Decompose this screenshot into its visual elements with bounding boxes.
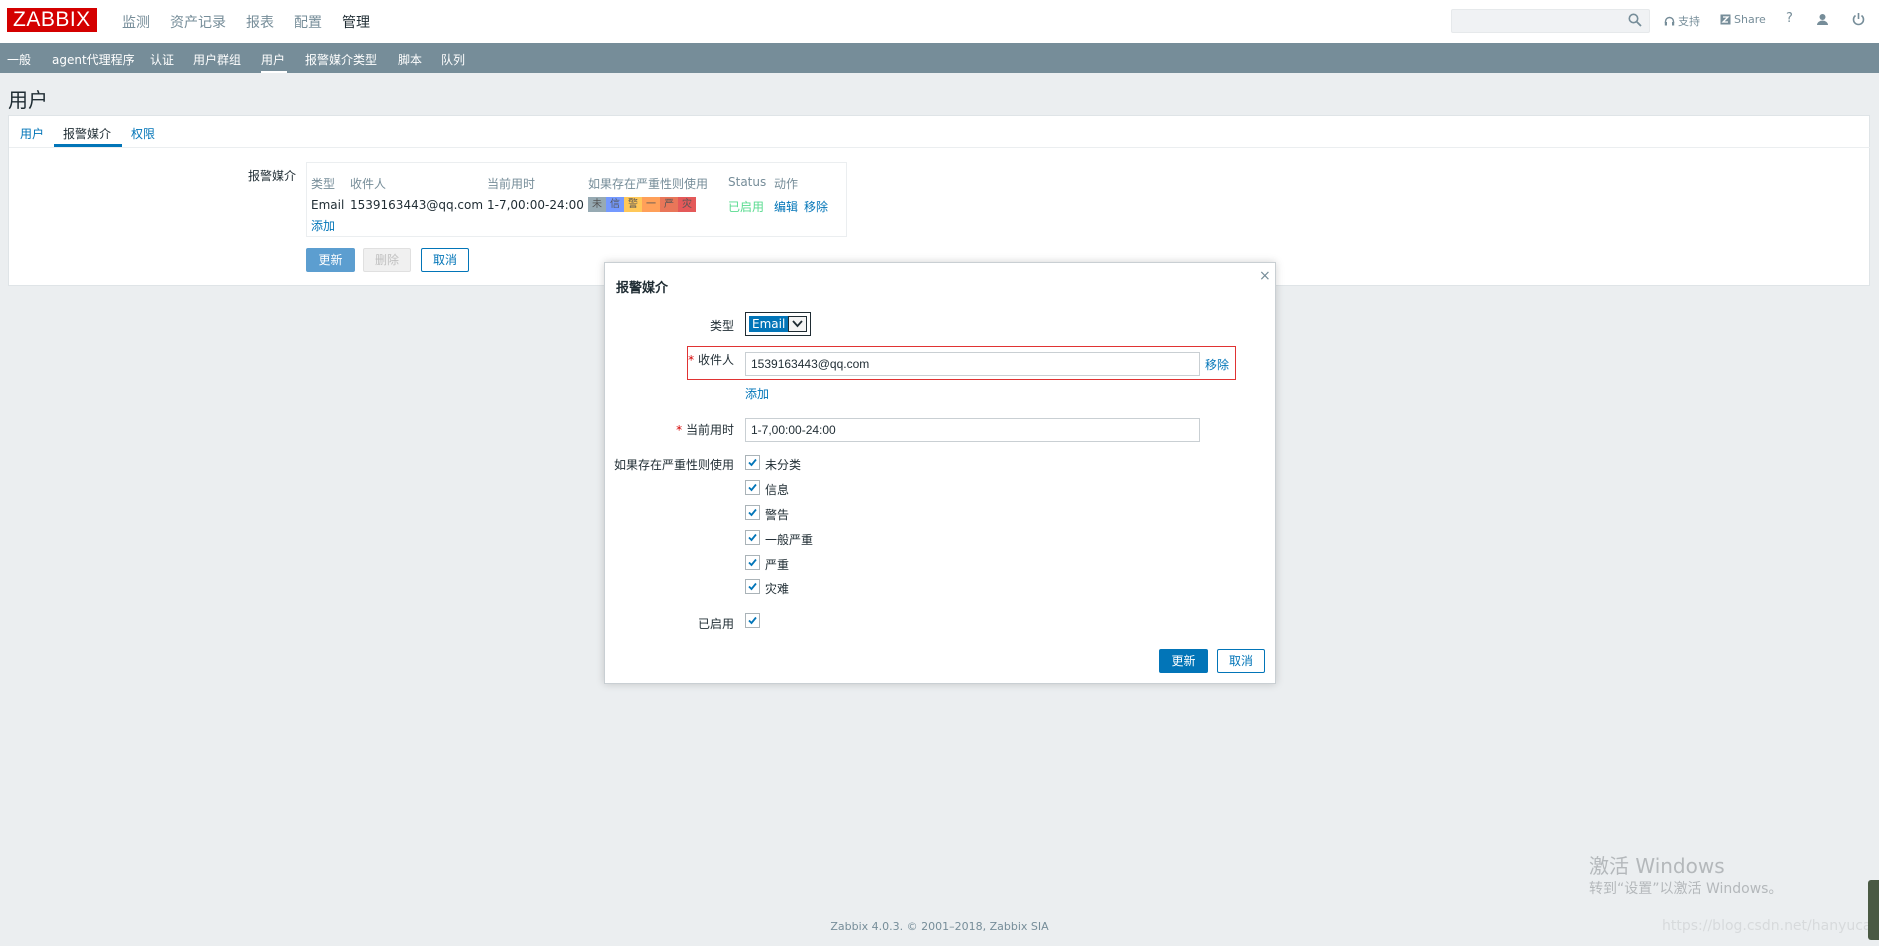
row-when-active: 1-7,00:00-24:00 [487, 198, 584, 212]
user-form-panel: 用户 报警媒介 权限 报警媒介 类型 收件人 当前用时 如果存在严重性则使用 S… [8, 115, 1871, 286]
row-remove-link[interactable]: 移除 [804, 198, 828, 215]
share-link[interactable]: Share [1720, 13, 1766, 26]
search-input[interactable] [1451, 9, 1650, 33]
desktop-gadget [1868, 880, 1879, 940]
support-label: 支持 [1678, 15, 1700, 28]
help-icon[interactable]: ? [1786, 11, 1793, 26]
tabs-divider [9, 147, 1871, 148]
severity-checkbox-average[interactable] [745, 530, 760, 545]
severity-checkbox-disaster[interactable] [745, 579, 760, 594]
severity-label: 如果存在严重性则使用 [613, 458, 734, 472]
severity-warning-label: 警告 [765, 508, 790, 522]
row-edit-link[interactable]: 编辑 [774, 198, 798, 215]
user-profile-icon[interactable] [1816, 13, 1829, 26]
sendto-add-link[interactable]: 添加 [745, 385, 769, 402]
col-status: Status [728, 175, 767, 189]
windows-activation-title: 激活 Windows [1589, 854, 1725, 878]
nav-inventory[interactable]: 资产记录 [170, 12, 226, 32]
subnav-active-indicator [261, 71, 287, 73]
col-when-active: 当前用时 [487, 177, 536, 191]
support-link[interactable]: 支持 [1664, 13, 1700, 29]
top-header: ZABBIX 监测 资产记录 报表 配置 管理 支持 Share ? [0, 0, 1879, 43]
subnav-media-types[interactable]: 报警媒介类型 [305, 51, 377, 68]
nav-monitoring[interactable]: 监测 [122, 12, 150, 32]
cancel-button[interactable]: 取消 [421, 248, 469, 272]
severity-checkbox-high[interactable] [745, 555, 760, 570]
col-severity: 如果存在严重性则使用 [588, 177, 709, 191]
update-button[interactable]: 更新 [306, 248, 355, 272]
row-recipient: 1539163443@qq.com [350, 198, 484, 212]
page-title: 用户 [8, 88, 48, 112]
col-type: 类型 [311, 177, 336, 191]
sub-nav: 一般 agent代理程序 认证 用户群组 用户 报警媒介类型 脚本 队列 [0, 43, 1879, 73]
type-label: 类型 [709, 319, 734, 333]
media-add-link[interactable]: 添加 [311, 217, 335, 234]
type-select-value: Email [749, 316, 789, 332]
severity-badge-high: 严 [660, 197, 678, 212]
severity-high-label: 严重 [765, 558, 790, 572]
share-icon [1720, 14, 1731, 25]
nav-reports[interactable]: 报表 [246, 12, 274, 32]
enabled-checkbox[interactable] [745, 613, 760, 628]
severity-badge-warning: 警 [624, 197, 642, 212]
severity-average-label: 一般严重 [765, 533, 814, 547]
severity-badge-disaster: 灾 [678, 197, 696, 212]
page-footer: Zabbix 4.0.3. © 2001–2018, Zabbix SIA [830, 920, 1049, 933]
blog-url-watermark: https://blog.csdn.net/hanyuca [1662, 918, 1872, 934]
severity-checkbox-not-classified[interactable] [745, 455, 760, 470]
delete-button[interactable]: 删除 [363, 248, 411, 272]
subnav-proxies[interactable]: agent代理程序 [52, 51, 135, 68]
nav-configuration[interactable]: 配置 [294, 12, 322, 32]
media-field-label: 报警媒介 [248, 169, 297, 183]
severity-badge-not-classified: 未 [588, 197, 606, 212]
media-dialog: 报警媒介 × 类型 Email * 收件人 1539163443@qq.com … [604, 262, 1276, 684]
chevron-down-icon[interactable] [788, 316, 807, 332]
tab-media[interactable]: 报警媒介 [63, 125, 111, 142]
when-active-input[interactable]: 1-7,00:00-24:00 [745, 418, 1200, 442]
sign-out-icon[interactable] [1852, 12, 1865, 26]
zabbix-logo[interactable]: ZABBIX [7, 8, 97, 32]
search-icon[interactable] [1628, 13, 1642, 27]
row-status-enabled[interactable]: 已启用 [728, 198, 764, 215]
severity-badge-information: 信 [606, 197, 624, 212]
col-recipient: 收件人 [350, 177, 387, 191]
subnav-user-groups[interactable]: 用户群组 [193, 51, 241, 68]
row-type: Email [311, 198, 345, 212]
severity-not-classified-label: 未分类 [765, 458, 802, 472]
when-active-label: * 当前用时 [676, 423, 734, 437]
tab-user[interactable]: 用户 [20, 125, 44, 142]
enabled-label: 已启用 [697, 617, 734, 631]
headset-icon [1664, 16, 1675, 25]
severity-information-label: 信息 [765, 483, 790, 497]
dialog-update-button[interactable]: 更新 [1159, 649, 1208, 673]
sendto-label: * 收件人 [688, 353, 734, 367]
dialog-title: 报警媒介 [616, 281, 669, 296]
severity-badges: 未 信 警 一 严 灾 [588, 197, 696, 212]
severity-checkbox-information[interactable] [745, 480, 760, 495]
sendto-remove-link[interactable]: 移除 [1205, 356, 1229, 373]
media-table: 类型 收件人 当前用时 如果存在严重性则使用 Status 动作 Email 1… [306, 162, 847, 237]
subnav-general[interactable]: 一般 [7, 51, 31, 68]
severity-disaster-label: 灾难 [765, 582, 790, 596]
subnav-authentication[interactable]: 认证 [150, 51, 174, 68]
subnav-queue[interactable]: 队列 [441, 51, 465, 68]
severity-checkbox-warning[interactable] [745, 505, 760, 520]
dialog-cancel-button[interactable]: 取消 [1217, 649, 1265, 673]
close-icon[interactable]: × [1259, 268, 1271, 284]
share-label: Share [1734, 13, 1766, 26]
type-select[interactable]: Email [745, 312, 811, 336]
sendto-input[interactable]: 1539163443@qq.com [745, 352, 1200, 376]
subnav-scripts[interactable]: 脚本 [398, 51, 422, 68]
subnav-users[interactable]: 用户 [261, 51, 285, 68]
nav-administration[interactable]: 管理 [342, 12, 370, 32]
col-action: 动作 [774, 177, 799, 191]
severity-badge-average: 一 [642, 197, 660, 212]
tab-permissions[interactable]: 权限 [131, 125, 155, 142]
main-nav: 监测 资产记录 报表 配置 管理 [122, 12, 390, 32]
windows-activation-hint: 转到“设置”以激活 Windows。 [1589, 881, 1783, 897]
